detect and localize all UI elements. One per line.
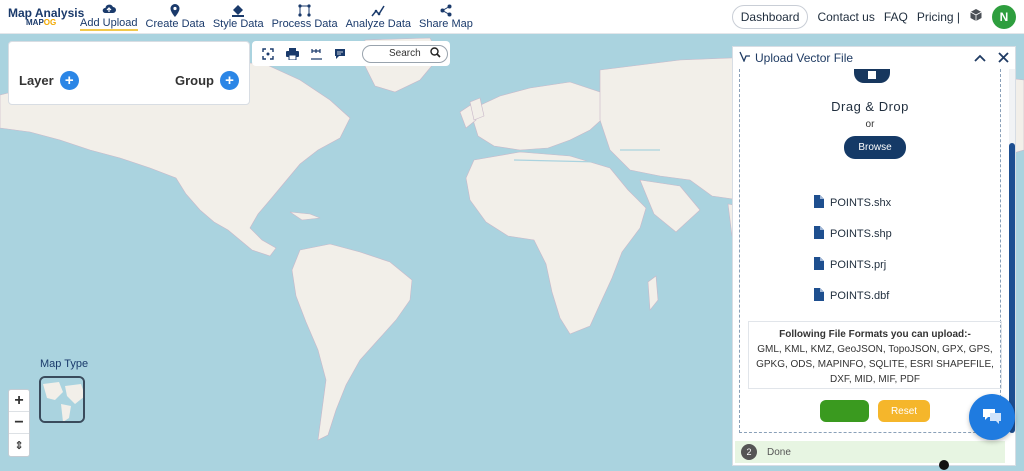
search-placeholder: Search (389, 48, 421, 59)
upload-actions: Reset (820, 400, 930, 422)
upload-status-bar: 2 Done (735, 441, 1005, 463)
nav-add-upload[interactable]: Add Upload (76, 0, 142, 34)
nav-style-data[interactable]: Style Data (209, 0, 268, 34)
search-icon (430, 46, 441, 61)
file-name: POINTS.shx (830, 196, 892, 209)
map-toolbar: Search (252, 41, 450, 66)
header-right-links: Dashboard Contact us FAQ Pricing | N (731, 4, 1024, 29)
file-icon (814, 194, 824, 211)
process-nodes-icon (298, 3, 311, 17)
nav-label: Add Upload (80, 17, 138, 31)
zoom-controls: + − ⇕ (8, 389, 30, 457)
browse-button[interactable]: Browse (844, 136, 906, 159)
selected-files-list: POINTS.shx POINTS.shp POINTS.prj POINTS.… (814, 187, 892, 311)
comment-icon[interactable] (332, 46, 348, 62)
map-type-label: Map Type (40, 358, 89, 370)
file-icon (814, 287, 824, 304)
nav-analyze-data[interactable]: Analyze Data (342, 0, 415, 34)
pricing-link[interactable]: Pricing | (917, 10, 960, 24)
layer-panel: Layer + Group + (8, 41, 250, 105)
file-name: POINTS.shp (830, 227, 892, 240)
chat-bubble-icon (981, 407, 1003, 428)
formats-list: GML, KML, KMZ, GeoJSON, TopoJSON, GPX, G… (756, 344, 994, 385)
measure-icon[interactable] (308, 46, 324, 62)
top-navigation-bar: Map Analysis MAPOG Add Upload Create Dat… (0, 0, 1024, 34)
file-name: POINTS.prj (830, 258, 887, 271)
drag-drop-label: Drag & Drop (831, 99, 909, 114)
upload-panel-header: Upload Vector File (733, 47, 1015, 69)
map-pin-icon (170, 3, 180, 17)
cube-3d-icon[interactable] (969, 8, 983, 25)
nav-label: Process Data (271, 18, 338, 30)
upload-panel-title: Upload Vector File (755, 51, 854, 65)
map-type-switcher[interactable] (39, 376, 85, 423)
cloud-upload-icon (102, 2, 116, 16)
upload-cloud-icon (854, 69, 890, 83)
group-label: Group (175, 73, 214, 88)
dashboard-button[interactable]: Dashboard (731, 4, 809, 29)
reset-north-button[interactable]: ⇕ (9, 434, 29, 456)
fullscreen-icon[interactable] (260, 46, 276, 62)
nav-label: Create Data (145, 18, 205, 30)
nav-create-data[interactable]: Create Data (142, 0, 209, 34)
nav-label: Analyze Data (345, 18, 412, 30)
file-icon (814, 256, 824, 273)
layer-group: Layer + (19, 71, 79, 90)
status-text: Done (767, 446, 791, 458)
map-type-thumbnail (41, 378, 83, 421)
file-icon (814, 225, 824, 242)
info-icon[interactable] (939, 460, 949, 470)
step-badge: 2 (741, 444, 757, 460)
user-avatar[interactable]: N (992, 4, 1016, 29)
main-nav: Add Upload Create Data Style Data Proces… (76, 0, 477, 34)
share-icon (440, 3, 452, 17)
nav-process-data[interactable]: Process Data (268, 0, 342, 34)
formats-heading: Following File Formats you can upload:- (779, 329, 971, 340)
drop-zone[interactable]: Drag & Drop or Browse POINTS.shx POINTS.… (739, 69, 1002, 433)
chevron-up-icon[interactable] (974, 50, 986, 66)
file-item: POINTS.shx (814, 187, 892, 218)
nav-label: Style Data (212, 18, 264, 30)
print-icon[interactable] (284, 46, 300, 62)
chat-widget-button[interactable] (969, 394, 1015, 440)
search-input[interactable]: Search (362, 44, 448, 63)
paint-bucket-icon (231, 3, 245, 17)
or-label: or (865, 119, 875, 130)
file-item: POINTS.shp (814, 218, 892, 249)
close-icon[interactable] (998, 50, 1009, 66)
file-name: POINTS.dbf (830, 289, 890, 302)
nav-share-map[interactable]: Share Map (415, 0, 477, 34)
supported-formats-box: Following File Formats you can upload:- … (748, 321, 1002, 389)
nav-label: Share Map (419, 18, 473, 30)
zoom-in-button[interactable]: + (9, 390, 29, 412)
reset-button[interactable]: Reset (878, 400, 930, 422)
vector-icon (739, 51, 751, 65)
layer-label: Layer (19, 73, 54, 88)
panel-scrollbar-thumb[interactable] (1009, 143, 1015, 433)
zoom-out-button[interactable]: − (9, 412, 29, 434)
file-item: POINTS.dbf (814, 280, 892, 311)
logo-subtitle: MAPOG (26, 17, 57, 27)
analyze-chart-icon (371, 3, 385, 17)
upload-button[interactable] (820, 400, 869, 422)
group-group: Group + (175, 71, 239, 90)
contact-link[interactable]: Contact us (817, 10, 874, 24)
add-layer-button[interactable]: + (59, 71, 79, 90)
file-item: POINTS.prj (814, 249, 892, 280)
app-logo[interactable]: Map Analysis MAPOG (0, 7, 84, 27)
faq-link[interactable]: FAQ (884, 10, 908, 24)
add-group-button[interactable]: + (220, 71, 239, 90)
